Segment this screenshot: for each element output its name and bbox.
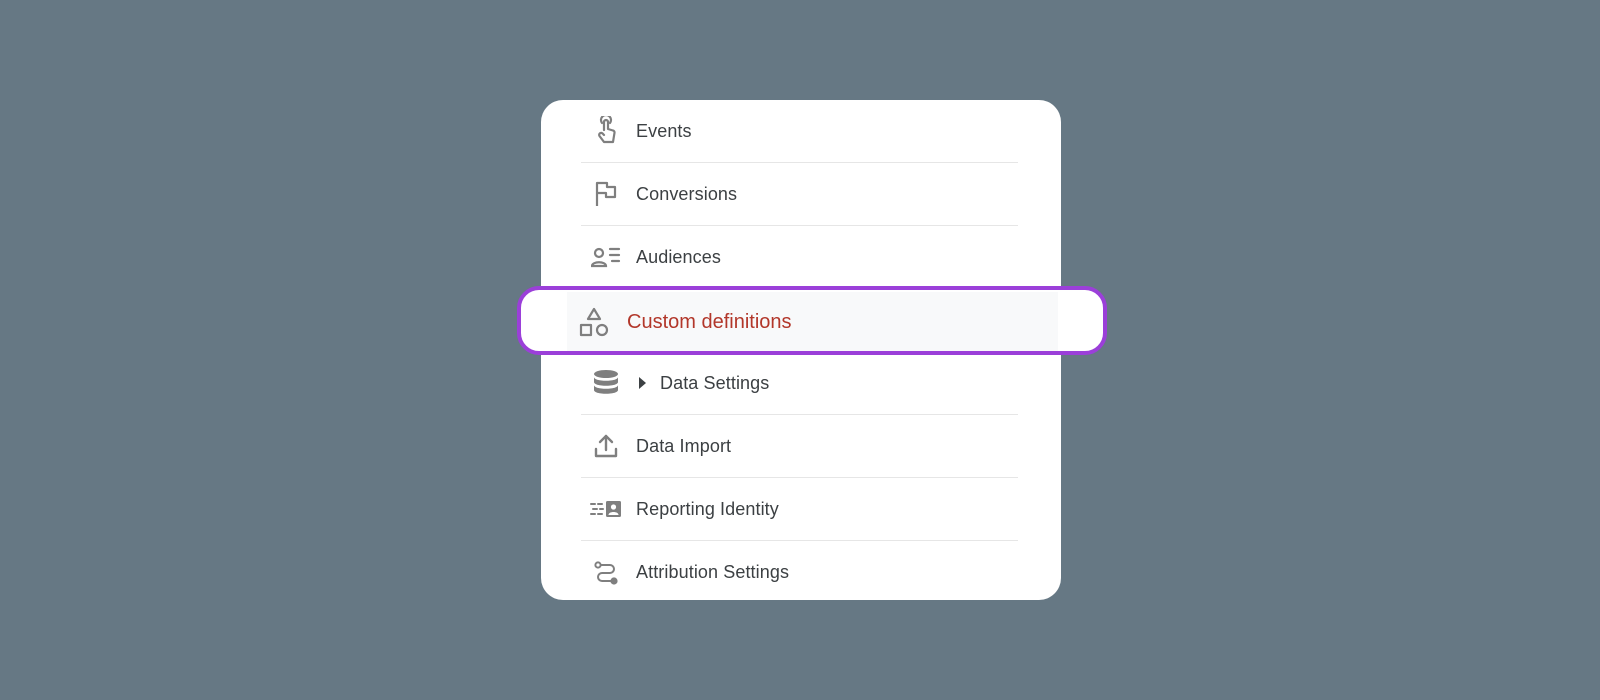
- menu-item-data-import[interactable]: Data Import: [581, 415, 1018, 478]
- flag-icon: [589, 177, 623, 211]
- identity-icon: [589, 492, 623, 526]
- upload-icon: [589, 429, 623, 463]
- menu-item-label: Attribution Settings: [636, 562, 790, 582]
- menu-item-reporting-identity[interactable]: Reporting Identity: [581, 478, 1018, 541]
- route-icon: [589, 556, 623, 590]
- audience-icon: [589, 240, 623, 274]
- database-icon: [589, 366, 623, 400]
- shapes-icon: [577, 306, 611, 340]
- selected-item-background: Custom definitions: [567, 292, 1058, 351]
- menu-item-events[interactable]: Events: [581, 100, 1018, 163]
- menu-item-label: Reporting Identity: [636, 498, 779, 519]
- menu-item-audiences[interactable]: Audiences: [581, 226, 1018, 289]
- expand-caret-icon[interactable]: [639, 377, 646, 389]
- touch-icon: [589, 114, 623, 148]
- menu-item-label: Audiences: [636, 246, 721, 267]
- menu-item-custom-definitions[interactable]: Custom definitions: [517, 286, 1107, 355]
- menu-item-label: Data Import: [636, 435, 732, 456]
- menu-item-conversions[interactable]: Conversions: [581, 163, 1018, 226]
- menu-item-label: Data Settings: [660, 372, 770, 393]
- menu-item-label: Conversions: [636, 183, 738, 204]
- menu-item-label: Custom definitions: [627, 311, 792, 333]
- menu-item-data-settings[interactable]: Data Settings: [581, 352, 1018, 415]
- menu-item-label: Events: [636, 120, 692, 141]
- menu-item-attribution-settings[interactable]: Attribution Settings: [581, 541, 1018, 600]
